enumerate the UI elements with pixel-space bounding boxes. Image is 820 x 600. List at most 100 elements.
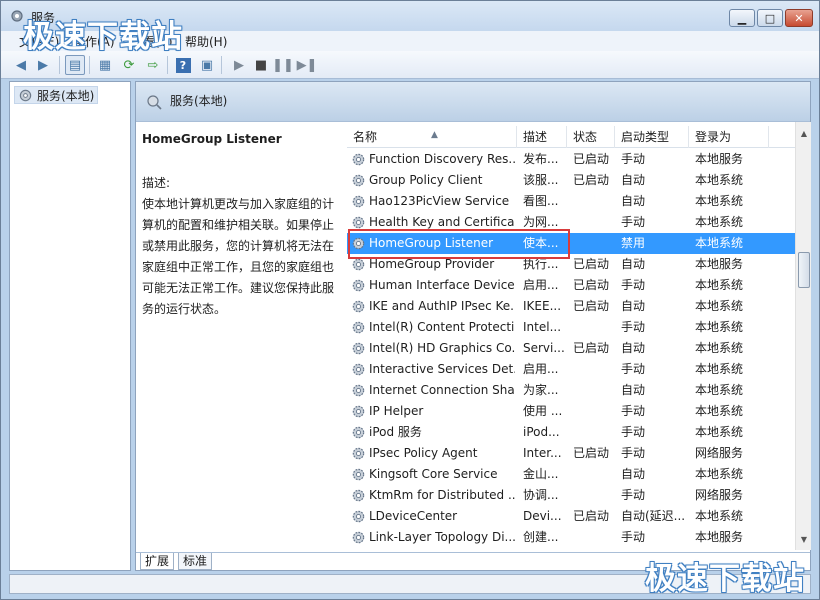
scroll-up-icon[interactable]: ▲ (796, 126, 812, 142)
table-row[interactable]: Kingsoft Core Service 金山... 自动 本地系统 (347, 464, 795, 485)
scrollbar-thumb[interactable] (798, 252, 810, 288)
cell-name: KtmRm for Distributed ... (369, 488, 515, 502)
table-row[interactable]: LDeviceCenter Devi... 已启动 自动(延迟... 本地系统 (347, 506, 795, 527)
cell-logon: 本地系统 (695, 404, 744, 418)
cell-status: 已启动 (573, 341, 610, 355)
cell-status: 已启动 (573, 152, 610, 166)
cell-desc: Devi... (523, 509, 562, 523)
cell-desc: 为网... (523, 215, 559, 229)
column-status[interactable]: 状态 (567, 126, 615, 148)
view-tabs: 扩展 标准 (136, 552, 810, 570)
column-logon-as[interactable]: 登录为 (689, 126, 769, 148)
cell-startup: 自动 (621, 383, 646, 397)
table-row[interactable]: HomeGroup Provider 执行... 已启动 自动 本地服务 (347, 254, 795, 275)
table-row[interactable]: Health Key and Certifica... 为网... 手动 本地系统 (347, 212, 795, 233)
table-row[interactable]: IPsec Policy Agent Inter... 已启动 手动 网络服务 (347, 443, 795, 464)
scroll-down-icon[interactable]: ▼ (796, 532, 812, 548)
table-row[interactable]: IP Helper 使用 ... 手动 本地系统 (347, 401, 795, 422)
cell-status (573, 233, 617, 254)
service-gear-icon (352, 279, 365, 292)
table-row[interactable]: KtmRm for Distributed ... 协调... 手动 网络服务 (347, 485, 795, 506)
help-button[interactable]: ? (173, 55, 193, 75)
cell-startup: 手动 (621, 425, 646, 439)
tree-item-services-local[interactable]: 服务(本地) (14, 86, 99, 104)
cell-logon: 本地系统 (695, 383, 744, 397)
service-gear-icon (352, 531, 365, 544)
cell-startup: 禁用 (621, 236, 646, 250)
cell-logon: 网络服务 (695, 488, 744, 502)
table-row[interactable]: Intel(R) Content Protecti... Intel... 手动 本地… (347, 317, 795, 338)
restart-service-button[interactable]: ▶❚ (297, 55, 318, 75)
cell-startup: 自动 (621, 341, 646, 355)
cell-name: Group Policy Client (369, 173, 483, 187)
table-row[interactable]: Intel(R) HD Graphics Co... Servi... 已启动 自动 本… (347, 338, 795, 359)
table-row[interactable]: Interactive Services Det... 启用... 手动 本地系统 (347, 359, 795, 380)
tree-item-label: 服务(本地) (37, 88, 95, 103)
pause-service-button[interactable]: ❚❚ (272, 55, 294, 75)
cell-logon: 本地服务 (695, 530, 744, 544)
stop-icon: ■ (254, 57, 268, 73)
services-list: 名称 ▲ 描述 状态 启动类型 登录为 Function Discovery R… (347, 122, 811, 550)
cell-name: IP Helper (369, 404, 424, 418)
table-row[interactable]: iPod 服务 iPod... 手动 本地系统 (347, 422, 795, 443)
menu-file[interactable]: 文件(F) (19, 33, 59, 50)
forward-arrow-icon: ▶ (38, 57, 48, 73)
column-description[interactable]: 描述 (517, 126, 567, 148)
services-window: 服务 ▁ □ ✕ 文件(F) 操作(A) 查看(V) 帮助(H) ◀ ▶ ▤ ▦… (0, 0, 820, 600)
start-service-button[interactable]: ▶ (229, 55, 249, 75)
cell-startup: 自动 (621, 173, 646, 187)
table-row[interactable]: Hao123PicView Service 看图... 自动 本地系统 (347, 191, 795, 212)
service-gear-icon (352, 216, 365, 229)
show-hide-pane-button[interactable]: ▣ (197, 55, 217, 75)
cell-desc: 启用... (523, 362, 559, 376)
column-startup-type[interactable]: 启动类型 (615, 126, 689, 148)
column-name[interactable]: 名称 ▲ (347, 126, 517, 148)
play-icon: ▶ (234, 57, 244, 73)
service-gear-icon (352, 237, 365, 250)
menu-help[interactable]: 帮助(H) (185, 33, 227, 50)
table-row[interactable]: Link-Layer Topology Di... 创建... 手动 本地服务 (347, 527, 795, 548)
refresh-button[interactable]: ⟳ (119, 55, 139, 75)
cell-logon: 本地系统 (695, 173, 744, 187)
service-gear-icon (352, 153, 365, 166)
menu-view[interactable]: 查看(V) (131, 33, 173, 50)
table-row[interactable]: HomeGroup Listener 使本... 禁用 本地系统 (347, 233, 795, 254)
service-gear-icon (352, 300, 365, 313)
cell-status (573, 380, 617, 401)
cell-name: iPod 服务 (369, 425, 422, 439)
title-bar[interactable]: 服务 ▁ □ ✕ (1, 1, 819, 31)
vertical-scrollbar[interactable]: ▲ ▼ (795, 122, 811, 550)
forward-button[interactable]: ▶ (33, 55, 53, 75)
minimize-button[interactable]: ▁ (729, 9, 755, 27)
cell-logon: 本地系统 (695, 362, 744, 376)
table-row[interactable]: Human Interface Device... 启用... 已启动 手动 本地系统 (347, 275, 795, 296)
cell-name: Function Discovery Res... (369, 152, 515, 166)
export-list-button[interactable]: ⇨ (143, 55, 163, 75)
search-gear-icon (147, 95, 162, 110)
cell-desc: 创建... (523, 530, 559, 544)
window-title: 服务 (31, 11, 56, 25)
export-icon: ⇨ (147, 57, 159, 73)
menu-action[interactable]: 操作(A) (73, 33, 115, 50)
properties-button[interactable]: ▦ (95, 55, 115, 75)
tab-extended[interactable]: 扩展 (140, 553, 175, 570)
cell-status: 已启动 (573, 446, 610, 460)
table-row[interactable]: Group Policy Client 该服... 已启动 自动 本地系统 (347, 170, 795, 191)
cell-logon: 本地系统 (695, 467, 744, 481)
tab-standard[interactable]: 标准 (178, 553, 213, 570)
maximize-button[interactable]: □ (757, 9, 783, 27)
pane-header-title: 服务(本地) (170, 94, 228, 108)
back-button[interactable]: ◀ (11, 55, 31, 75)
close-button[interactable]: ✕ (785, 9, 813, 27)
table-row[interactable]: IKE and AuthIP IPsec Ke... IKEE... 已启动 自动 本地… (347, 296, 795, 317)
cell-logon: 本地系统 (695, 425, 744, 439)
gear-icon (11, 10, 23, 22)
table-row[interactable]: Function Discovery Res... 发布... 已启动 手动 本地服务 (347, 149, 795, 170)
service-gear-icon (352, 363, 365, 376)
column-header: 名称 ▲ 描述 状态 启动类型 登录为 (347, 126, 795, 148)
show-tree-button[interactable]: ▤ (65, 55, 85, 75)
stop-service-button[interactable]: ■ (251, 55, 271, 75)
cell-status: 已启动 (573, 257, 610, 271)
table-row[interactable]: Internet Connection Sha... 为家... 自动 本地系统 (347, 380, 795, 401)
service-gear-icon (352, 384, 365, 397)
